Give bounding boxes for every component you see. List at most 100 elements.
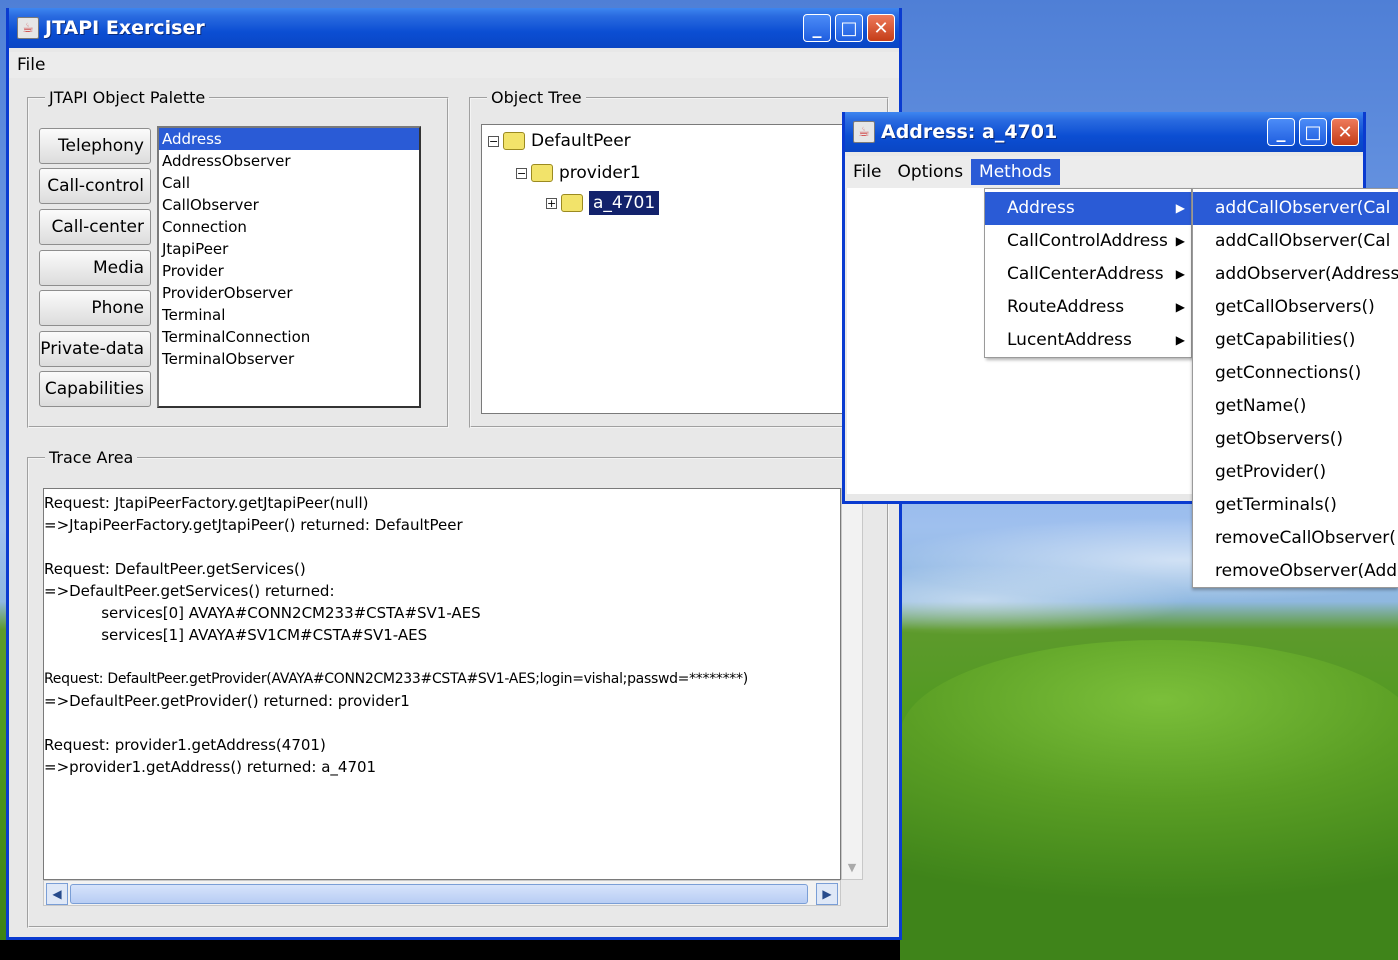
address-menubar: File Options Methods xyxy=(845,156,1363,188)
trace-line: Request: JtapiPeerFactory.getJtapiPeer(n… xyxy=(44,494,369,512)
trace-legend: Trace Area xyxy=(49,448,134,467)
trace-text-area[interactable]: Request: JtapiPeerFactory.getJtapiPeer(n… xyxy=(43,488,841,880)
submenu-method-item[interactable]: getTerminals() xyxy=(1193,489,1398,522)
submenu-method-item[interactable]: getCallObservers() xyxy=(1193,291,1398,324)
palette-button-private-data[interactable]: Private-data xyxy=(39,331,151,367)
scroll-right-arrow-icon[interactable]: ▶ xyxy=(816,883,838,905)
palette-list-item[interactable]: Address xyxy=(159,128,419,150)
palette-list-item[interactable]: Provider xyxy=(159,260,419,282)
palette-list-item[interactable]: ProviderObserver xyxy=(159,282,419,304)
trace-line: Request: provider1.getAddress(4701) xyxy=(44,736,326,754)
submenu-arrow-icon: ▶ xyxy=(1175,234,1185,248)
folder-icon xyxy=(531,164,553,182)
palette-button-telephony[interactable]: Telephony xyxy=(39,128,151,164)
palette-button-call-center[interactable]: Call-center xyxy=(39,209,151,245)
palette-list-item[interactable]: AddressObserver xyxy=(159,150,419,172)
main-titlebar[interactable]: ☕ JTAPI Exerciser _ □ ✕ xyxy=(9,8,899,48)
main-window: ☕ JTAPI Exerciser _ □ ✕ File JTAPI Objec… xyxy=(6,8,902,940)
maximize-button[interactable]: □ xyxy=(835,14,863,42)
menu-item-callcontroladdress[interactable]: CallControlAddress ▶ xyxy=(985,225,1191,258)
folder-icon xyxy=(561,194,583,212)
palette-list-item[interactable]: CallObserver xyxy=(159,194,419,216)
submenu-method-item[interactable]: getCapabilities() xyxy=(1193,324,1398,357)
submenu-method-item[interactable]: getProvider() xyxy=(1193,456,1398,489)
submenu-method-item[interactable]: getObservers() xyxy=(1193,423,1398,456)
menu-options[interactable]: Options xyxy=(889,159,971,185)
palette-list[interactable]: Address AddressObserver Call CallObserve… xyxy=(157,126,421,408)
maximize-button[interactable]: □ xyxy=(1299,118,1327,146)
close-button[interactable]: ✕ xyxy=(1331,118,1359,146)
address-titlebar[interactable]: ☕ Address: a_4701 _ □ ✕ xyxy=(845,112,1363,152)
palette-list-item[interactable]: Call xyxy=(159,172,419,194)
trace-line: =>DefaultPeer.getServices() returned: xyxy=(44,582,335,600)
tree-node-label: DefaultPeer xyxy=(531,131,631,151)
submenu-method-item[interactable]: getConnections() xyxy=(1193,357,1398,390)
trace-vertical-scrollbar[interactable]: ▼ xyxy=(841,488,863,880)
menu-methods[interactable]: Methods xyxy=(971,159,1060,185)
object-tree-panel[interactable]: − DefaultPeer − provider1 + a_4701 xyxy=(481,124,883,414)
trace-line xyxy=(44,712,840,734)
palette-list-item[interactable]: TerminalObserver xyxy=(159,348,419,370)
tree-node-provider1[interactable]: − provider1 xyxy=(516,163,641,183)
java-icon: ☕ xyxy=(853,121,875,143)
minimize-button[interactable]: _ xyxy=(803,14,831,42)
trace-line: services[1] AVAYA#SV1CM#CSTA#SV1-AES xyxy=(44,626,428,644)
palette-list-item[interactable]: Connection xyxy=(159,216,419,238)
menu-item-label: LucentAddress xyxy=(1007,330,1132,350)
trace-line xyxy=(44,536,840,558)
trace-line: =>provider1.getAddress() returned: a_470… xyxy=(44,758,377,776)
trace-line xyxy=(44,646,840,668)
methods-dropdown: Address ▶ CallControlAddress ▶ CallCente… xyxy=(984,188,1192,358)
trace-line: =>JtapiPeerFactory.getJtapiPeer() return… xyxy=(44,516,463,534)
submenu-method-item[interactable]: addCallObserver(Cal xyxy=(1193,192,1398,225)
menu-item-label: CallCenterAddress xyxy=(1007,264,1164,284)
palette-list-item[interactable]: Terminal xyxy=(159,304,419,326)
palette-list-item[interactable]: JtapiPeer xyxy=(159,238,419,260)
submenu-method-item[interactable]: getName() xyxy=(1193,390,1398,423)
main-menubar: File xyxy=(9,52,899,78)
tree-node-defaultpeer[interactable]: − DefaultPeer xyxy=(488,131,631,151)
palette-list-item[interactable]: TerminalConnection xyxy=(159,326,419,348)
close-button[interactable]: ✕ xyxy=(867,14,895,42)
window-title: JTAPI Exerciser xyxy=(45,17,205,39)
wallpaper-hill xyxy=(900,640,1398,960)
menu-item-callcenteraddress[interactable]: CallCenterAddress ▶ xyxy=(985,258,1191,291)
palette-button-capabilities[interactable]: Capabilities xyxy=(39,371,151,407)
submenu-arrow-icon: ▶ xyxy=(1175,201,1185,215)
menu-file[interactable]: File xyxy=(9,52,53,78)
trace-line: Request: DefaultPeer.getProvider(AVAYA#C… xyxy=(44,671,748,687)
menu-item-address[interactable]: Address ▶ xyxy=(985,192,1191,225)
menu-file[interactable]: File xyxy=(845,159,889,185)
folder-icon xyxy=(503,132,525,150)
menu-item-label: RouteAddress xyxy=(1007,297,1125,317)
collapse-icon[interactable]: − xyxy=(488,135,499,147)
submenu-method-item[interactable]: addObserver(Address xyxy=(1193,258,1398,291)
submenu-arrow-icon: ▶ xyxy=(1175,300,1185,314)
palette-button-media[interactable]: Media xyxy=(39,250,151,286)
tree-node-a-4701[interactable]: + a_4701 xyxy=(546,190,661,216)
minimize-button[interactable]: _ xyxy=(1267,118,1295,146)
palette-button-phone[interactable]: Phone xyxy=(39,290,151,326)
submenu-method-item[interactable]: removeCallObserver( xyxy=(1193,522,1398,555)
scroll-thumb[interactable] xyxy=(70,884,808,904)
palette-button-call-control[interactable]: Call-control xyxy=(39,168,151,204)
trace-line: services[0] AVAYA#CONN2CM233#CSTA#SV1-AE… xyxy=(44,604,481,622)
trace-line: Request: DefaultPeer.getServices() xyxy=(44,560,306,578)
expand-icon[interactable]: + xyxy=(546,197,557,209)
tree-node-label: a_4701 xyxy=(587,190,661,216)
menu-item-routeaddress[interactable]: RouteAddress ▶ xyxy=(985,291,1191,324)
scroll-down-arrow-icon[interactable]: ▼ xyxy=(844,861,860,877)
window-title: Address: a_4701 xyxy=(881,121,1058,143)
menu-item-label: CallControlAddress xyxy=(1007,231,1168,251)
submenu-arrow-icon: ▶ xyxy=(1175,267,1185,281)
tree-node-label: provider1 xyxy=(559,163,641,183)
collapse-icon[interactable]: − xyxy=(516,167,527,179)
trace-line: =>DefaultPeer.getProvider() returned: pr… xyxy=(44,692,410,710)
menu-item-label: Address xyxy=(1007,198,1075,218)
submenu-method-item[interactable]: removeObserver(Addr xyxy=(1193,555,1398,587)
submenu-method-item[interactable]: addCallObserver(Cal xyxy=(1193,225,1398,258)
menu-item-lucentaddress[interactable]: LucentAddress ▶ xyxy=(985,324,1191,357)
java-icon: ☕ xyxy=(17,17,39,39)
scroll-left-arrow-icon[interactable]: ◀ xyxy=(46,883,68,905)
trace-horizontal-scrollbar[interactable]: ◀ ▶ xyxy=(43,880,841,906)
